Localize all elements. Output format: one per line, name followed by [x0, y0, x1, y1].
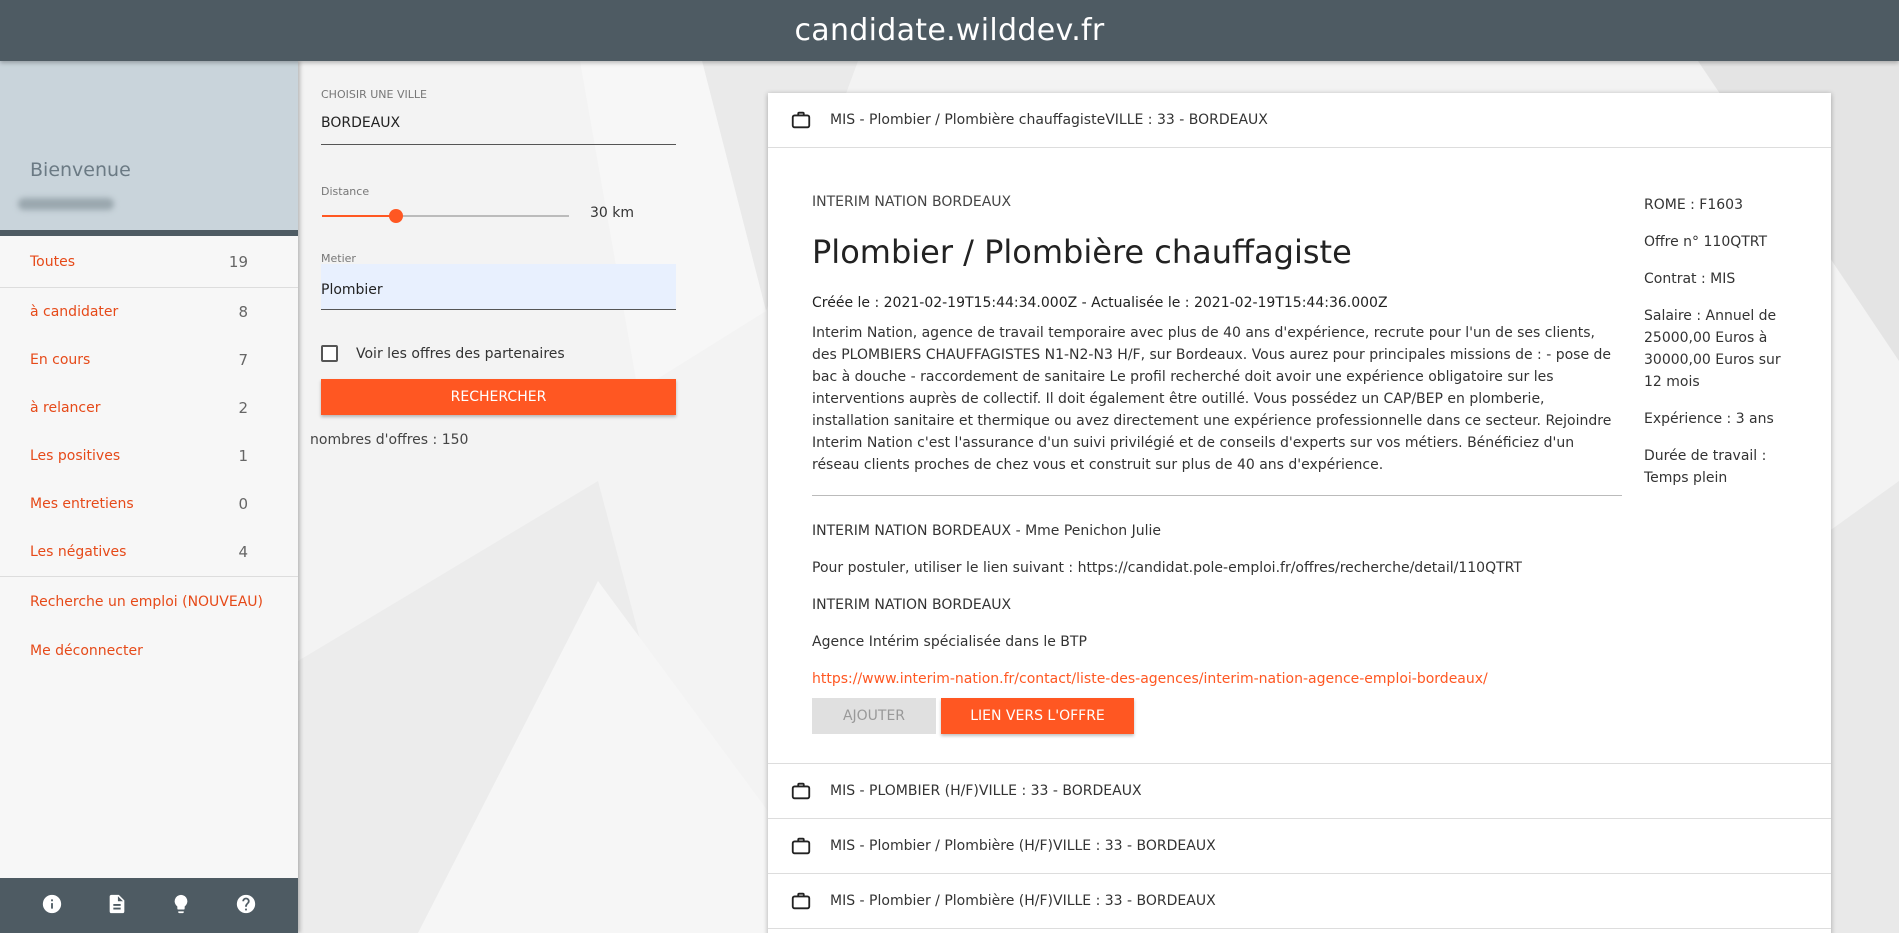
welcome-text: Bienvenue	[30, 159, 131, 181]
sidebar-item-label: Mes entretiens	[30, 496, 134, 512]
sidebar-item-count: 2	[238, 399, 248, 417]
offer-contact: INTERIM NATION BORDEAUX - Mme Penichon J…	[812, 523, 1162, 539]
distance-label: Distance	[321, 185, 370, 198]
offer-agency-link[interactable]: https://www.interim-nation.fr/contact/li…	[812, 671, 1488, 687]
sidebar-item-count: 7	[238, 351, 248, 369]
offer-divider	[812, 495, 1622, 496]
offer-salary: Salaire : Annuel de 25000,00 Euros à 300…	[1644, 308, 1781, 390]
app-header: candidate.wilddev.fr	[0, 0, 1899, 61]
offer-number: Offre n° 110QTRT	[1644, 234, 1768, 250]
offer-row-text: MIS - Plombier / Plombière (H/F)VILLE : …	[830, 893, 1216, 909]
offer-experience: Expérience : 3 ans	[1644, 411, 1774, 427]
sidebar-item-entretiens[interactable]: Mes entretiens 0	[0, 480, 298, 528]
sidebar-item-a-candidater[interactable]: à candidater 8	[0, 288, 298, 336]
lightbulb-icon[interactable]	[170, 893, 192, 919]
sidebar-item-count: 8	[238, 303, 248, 321]
briefcase-icon	[791, 837, 811, 855]
sidebar-item-count: 1	[238, 447, 248, 465]
sidebar-footer	[0, 878, 298, 933]
sidebar-link-search-job[interactable]: Recherche un emploi (NOUVEAU)	[0, 577, 298, 626]
offer-dates: Créée le : 2021-02-19T15:44:34.000Z - Ac…	[812, 295, 1388, 311]
distance-slider-fill	[322, 215, 397, 217]
info-icon[interactable]	[41, 893, 63, 919]
sidebar-item-label: Les négatives	[30, 544, 127, 560]
offer-row-text: MIS - Plombier / Plombière (H/F)VILLE : …	[830, 838, 1216, 854]
offer-detail: INTERIM NATION BORDEAUX Plombier / Plomb…	[768, 148, 1831, 764]
sidebar-item-a-relancer[interactable]: à relancer 2	[0, 384, 298, 432]
offer-sidebar-info: ROME : F1603 Offre n° 110QTRT Contrat : …	[1644, 194, 1794, 504]
help-icon[interactable]	[235, 893, 257, 919]
partners-checkbox-row[interactable]: Voir les offres des partenaires	[321, 345, 565, 362]
offer-link-button[interactable]: LIEN VERS L'OFFRE	[941, 698, 1134, 734]
metier-input[interactable]: Plombier	[321, 264, 676, 310]
offer-row[interactable]: MIS - Plombier / Plombière (H/F)VILLE : …	[768, 874, 1831, 929]
offer-header-expanded[interactable]: MIS - Plombier / Plombière chauffagisteV…	[768, 93, 1831, 148]
offer-row-text: MIS - PLOMBIER (H/F)VILLE : 33 - BORDEAU…	[830, 783, 1142, 799]
offer-row[interactable]: MIS - Plombier / Plombière (H/F)VILLE : …	[768, 819, 1831, 874]
sidebar-menu: Toutes 19 à candidater 8 En cours 7 à re…	[0, 236, 298, 576]
offer-row[interactable]: MIS - PLOMBIER (H/F)VILLE : 33 - BORDEAU…	[768, 764, 1831, 819]
sidebar-item-count: 19	[228, 252, 248, 271]
sidebar-link-logout[interactable]: Me déconnecter	[0, 626, 298, 675]
offer-title: Plombier / Plombière chauffagiste	[812, 233, 1352, 271]
document-icon[interactable]	[106, 893, 128, 919]
search-button[interactable]: RECHERCHER	[321, 379, 676, 415]
offer-rome: ROME : F1603	[1644, 197, 1743, 213]
sidebar-item-label: à candidater	[30, 304, 119, 320]
offer-company: INTERIM NATION BORDEAUX	[812, 194, 1012, 210]
offer-company-name: INTERIM NATION BORDEAUX	[812, 597, 1012, 613]
briefcase-icon	[791, 782, 811, 800]
app-title: candidate.wilddev.fr	[794, 13, 1105, 48]
briefcase-icon	[791, 892, 811, 910]
partners-label: Voir les offres des partenaires	[356, 345, 565, 362]
offers-list: MIS - Plombier / Plombière chauffagisteV…	[768, 93, 1831, 933]
add-offer-button[interactable]: AJOUTER	[812, 698, 936, 734]
city-label: CHOISIR UNE VILLE	[321, 88, 427, 101]
sidebar-item-negatives[interactable]: Les négatives 4	[0, 528, 298, 576]
city-input[interactable]: BORDEAUX	[321, 115, 676, 145]
sidebar-item-label: En cours	[30, 352, 91, 368]
sidebar-item-label: à relancer	[30, 400, 101, 416]
sidebar: Bienvenue Toutes 19 à candidater 8 En co…	[0, 61, 298, 933]
sidebar-item-toutes[interactable]: Toutes 19	[0, 236, 298, 288]
offer-header-text: MIS - Plombier / Plombière chauffagisteV…	[830, 112, 1268, 128]
offer-agency-desc: Agence Intérim spécialisée dans le BTP	[812, 634, 1087, 650]
offer-work-time: Durée de travail : Temps plein	[1644, 448, 1767, 486]
sidebar-item-count: 0	[238, 495, 248, 513]
offer-contract: Contrat : MIS	[1644, 271, 1736, 287]
sidebar-profile: Bienvenue	[0, 61, 298, 236]
offer-apply-text: Pour postuler, utiliser le lien suivant …	[812, 560, 1522, 576]
distance-value: 30 km	[590, 205, 635, 221]
sidebar-item-count: 4	[238, 543, 248, 561]
sidebar-item-label: Les positives	[30, 448, 121, 464]
sidebar-item-positives[interactable]: Les positives 1	[0, 432, 298, 480]
blurred-username	[18, 198, 114, 210]
distance-slider[interactable]	[322, 209, 569, 223]
distance-slider-thumb[interactable]	[389, 209, 404, 223]
sidebar-item-en-cours[interactable]: En cours 7	[0, 336, 298, 384]
offers-count: nombres d'offres : 150	[310, 432, 469, 448]
sidebar-item-label: Toutes	[30, 253, 76, 270]
offer-description: Interim Nation, agence de travail tempor…	[812, 325, 1612, 473]
partners-checkbox[interactable]	[321, 345, 338, 362]
briefcase-icon	[791, 111, 811, 129]
